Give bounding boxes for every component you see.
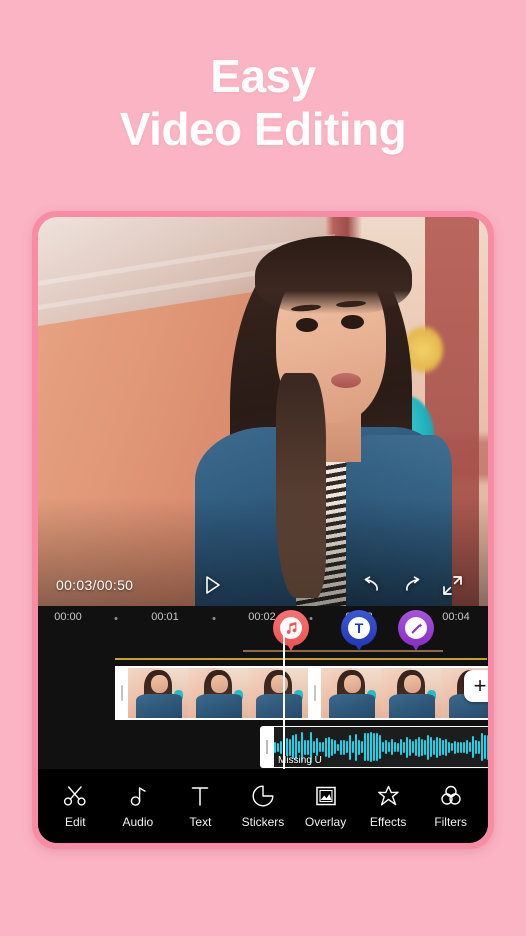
page-title: Easy Video Editing: [0, 52, 526, 154]
tool-filters[interactable]: Filters: [420, 784, 482, 829]
player-controls: 00:03/00:50: [38, 570, 488, 600]
marker-music[interactable]: [273, 610, 309, 654]
timeline[interactable]: 00:00 00:01 00:02 00:03 00:04: [38, 606, 488, 769]
music-note-icon: [127, 784, 149, 808]
preview-photo: [38, 217, 488, 606]
tool-label: Text: [189, 814, 212, 829]
clip-frame: [128, 668, 188, 718]
clip-thumbnails-2: [321, 668, 488, 718]
play-button[interactable]: [193, 571, 233, 599]
tool-label: Filters: [434, 814, 467, 829]
scissors-icon: [63, 784, 87, 808]
three-circles-icon: [439, 784, 463, 808]
headline-line-1: Easy: [210, 50, 316, 102]
fullscreen-button[interactable]: [432, 571, 472, 599]
audio-waveform[interactable]: Missing U: [274, 726, 488, 768]
playhead[interactable]: [283, 632, 285, 769]
video-clip-track[interactable]: [115, 666, 488, 720]
marker-text-body: T: [341, 610, 377, 646]
audio-handle-left[interactable]: [260, 726, 274, 768]
bottom-toolbar: Edit Audio Text Stickers Overlay Effects…: [38, 769, 488, 843]
clip-handle-mid[interactable]: [308, 668, 321, 718]
undo-button[interactable]: [352, 571, 392, 599]
clip-frame: [188, 668, 248, 718]
add-clip-button[interactable]: +: [464, 670, 488, 702]
tool-text[interactable]: Text: [169, 784, 231, 829]
clip-frame: [381, 668, 441, 718]
tool-label: Stickers: [241, 814, 285, 829]
headline-line-2: Video Editing: [119, 102, 407, 155]
app-screen: 00:03/00:50 00:00 00:01 00:02 00:04 T + …: [38, 217, 488, 843]
preview-vignette: [38, 217, 488, 606]
player-time-display: 00:03/00:50: [56, 577, 134, 593]
clip-handle-left[interactable]: [115, 668, 128, 718]
tool-label: Effects: [369, 814, 407, 829]
clip-thumbnails: [128, 668, 308, 718]
marker-music-body: [273, 610, 309, 646]
magic-wand-icon: [405, 617, 427, 639]
video-preview[interactable]: 00:03/00:50: [38, 217, 488, 606]
text-marker-icon: T: [348, 617, 370, 639]
plus-icon: +: [473, 673, 487, 698]
marker-text[interactable]: T: [341, 610, 377, 654]
video-clip[interactable]: [115, 666, 488, 720]
clip-top-line: [115, 658, 487, 660]
text-t-icon: [189, 784, 211, 808]
tool-edit[interactable]: Edit: [44, 784, 106, 829]
audio-clip-track[interactable]: Missing U: [260, 726, 488, 768]
tool-audio[interactable]: Audio: [107, 784, 169, 829]
clip-frame: [248, 668, 308, 718]
marker-effect-body: [398, 610, 434, 646]
redo-button[interactable]: [392, 571, 432, 599]
sparkle-star-icon: [377, 784, 400, 808]
picture-frame-icon: [315, 784, 337, 808]
phone-frame: 00:03/00:50 00:00 00:01 00:02 00:04 T + …: [32, 211, 494, 849]
tool-label: Edit: [64, 814, 86, 829]
tool-label: Overlay: [304, 814, 347, 829]
tool-effects[interactable]: Effects: [357, 784, 419, 829]
tool-label: Audio: [122, 814, 154, 829]
marker-effect[interactable]: [398, 610, 434, 654]
timeline-markers: T: [38, 610, 488, 654]
tool-stickers[interactable]: Stickers: [232, 784, 294, 829]
tool-overlay[interactable]: Overlay: [295, 784, 357, 829]
clip-frame: [321, 668, 381, 718]
sticker-icon: [252, 784, 274, 808]
